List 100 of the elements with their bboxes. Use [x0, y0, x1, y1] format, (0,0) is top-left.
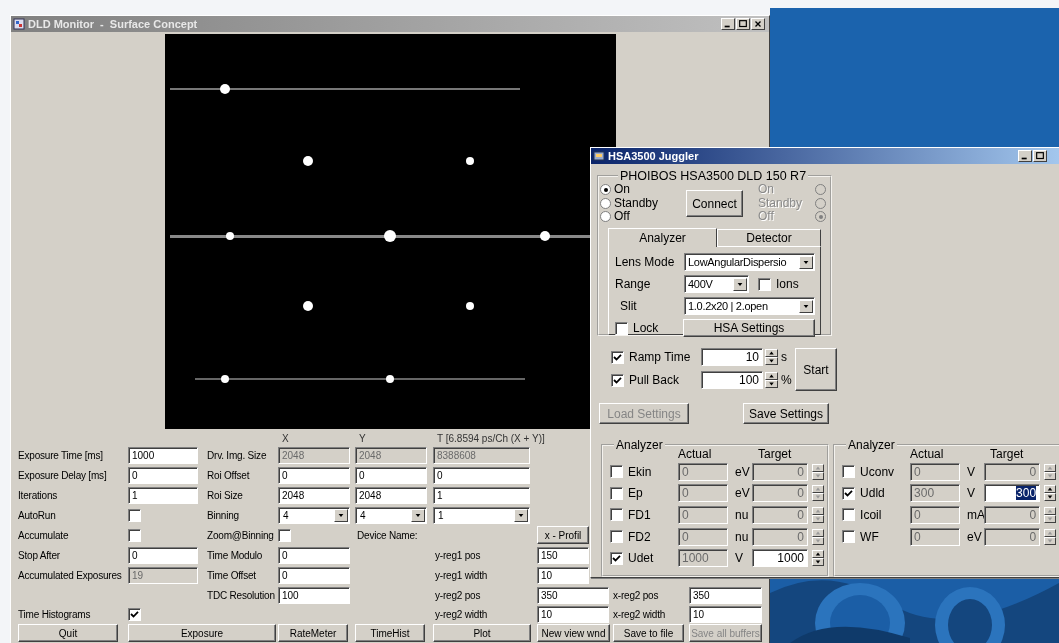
number-field[interactable]: 1000: [752, 549, 808, 568]
text-field[interactable]: 2048: [278, 486, 350, 504]
field-label: Time Histograms: [18, 608, 92, 620]
checkbox[interactable]: [128, 607, 141, 621]
number-field[interactable]: 0: [752, 527, 808, 546]
spin-up-button[interactable]: [812, 463, 824, 472]
checkbox[interactable]: [128, 528, 141, 542]
dropdown[interactable]: 1: [433, 506, 530, 524]
action-button[interactable]: Plot: [433, 624, 531, 642]
number-field[interactable]: 0: [984, 527, 1041, 546]
dropdown[interactable]: 400V: [684, 275, 749, 293]
x-profile-button[interactable]: x - Profil: [537, 526, 589, 544]
action-button[interactable]: Save to file: [613, 624, 684, 642]
readout-field: 0: [678, 506, 728, 524]
text-field[interactable]: 0: [433, 466, 530, 484]
dropdown[interactable]: 4: [278, 506, 350, 524]
spin-down-button[interactable]: [812, 558, 824, 567]
text-field[interactable]: 0: [278, 566, 350, 584]
tab[interactable]: Analyzer: [608, 228, 717, 247]
checkbox[interactable]: [128, 508, 141, 522]
field-label: y-reg2 width: [434, 608, 489, 620]
number-field[interactable]: 0: [752, 484, 808, 503]
text-field[interactable]: 1: [128, 486, 198, 504]
checkbox[interactable]: [610, 465, 623, 479]
checkbox[interactable]: [842, 508, 856, 522]
hsa-settings-button[interactable]: HSA Settings: [683, 319, 815, 337]
column-header: Target: [990, 447, 1024, 461]
field-label: y-reg2 pos: [434, 589, 482, 601]
spin-down-button[interactable]: [1044, 536, 1057, 545]
maximize-icon[interactable]: [1033, 150, 1047, 162]
column-header: Target: [758, 447, 792, 461]
text-field[interactable]: 350: [689, 586, 762, 604]
start-button[interactable]: Start: [795, 348, 837, 391]
number-field[interactable]: 10: [701, 348, 763, 366]
unit-label: mA: [966, 508, 985, 522]
spin-down-button[interactable]: [812, 515, 824, 523]
text-field[interactable]: 150: [537, 546, 589, 564]
minimize-icon[interactable]: [1018, 150, 1032, 162]
checkbox[interactable]: [278, 528, 291, 542]
radio-button[interactable]: [600, 197, 611, 209]
settings-button[interactable]: Save Settings: [743, 403, 829, 424]
action-button[interactable]: Exposure: [128, 624, 276, 642]
number-field[interactable]: 100: [701, 371, 763, 389]
radio-button[interactable]: [600, 211, 611, 223]
checkbox[interactable]: [610, 508, 623, 522]
checkbox[interactable]: [615, 321, 628, 335]
checkbox[interactable]: [842, 465, 856, 479]
checkbox[interactable]: [842, 530, 856, 544]
checkbox[interactable]: [610, 486, 623, 500]
text-field[interactable]: 350: [537, 586, 609, 604]
dropdown[interactable]: 4: [355, 506, 427, 524]
action-button[interactable]: TimeHist: [355, 624, 425, 642]
action-button[interactable]: Quit: [18, 624, 118, 642]
text-field[interactable]: 0: [278, 466, 350, 484]
readout-field: 0: [910, 527, 961, 546]
tab[interactable]: Detector: [717, 229, 821, 246]
action-button[interactable]: RateMeter: [278, 624, 348, 642]
spin-up-button[interactable]: [765, 372, 778, 380]
text-field[interactable]: 1000: [128, 446, 198, 464]
number-field[interactable]: 300: [984, 484, 1041, 503]
spin-up-button[interactable]: [812, 507, 824, 515]
number-field[interactable]: 0: [984, 462, 1041, 481]
spin-down-button[interactable]: [765, 357, 778, 365]
spin-up-button[interactable]: [1044, 463, 1057, 472]
action-button[interactable]: New view wnd: [537, 624, 610, 642]
text-field[interactable]: 10: [537, 566, 589, 584]
spin-down-button[interactable]: [1044, 493, 1057, 502]
text-field[interactable]: 1: [433, 486, 530, 504]
text-field[interactable]: 0: [128, 466, 198, 484]
spin-up-button[interactable]: [1044, 485, 1057, 494]
text-field[interactable]: 2048: [355, 486, 427, 504]
column-header: T [6.8594 ps/Ch (X + Y)]: [436, 432, 545, 445]
checkbox[interactable]: [758, 277, 771, 291]
spin-up-button[interactable]: [1044, 507, 1057, 515]
text-field[interactable]: 0: [128, 546, 198, 564]
spin-up-button[interactable]: [1044, 528, 1057, 537]
spin-up-button[interactable]: [765, 349, 778, 357]
spin-down-button[interactable]: [812, 493, 824, 502]
radio-label: Off: [758, 210, 774, 224]
dropdown[interactable]: 1.0.2x20 | 2.open: [684, 297, 815, 315]
spin-down-button[interactable]: [765, 380, 778, 388]
text-field[interactable]: 100: [278, 586, 350, 604]
checkbox[interactable]: [610, 551, 623, 565]
spin-down-button[interactable]: [1044, 471, 1057, 480]
number-field[interactable]: 0: [752, 462, 808, 481]
spin-up-button[interactable]: [812, 528, 824, 537]
text-field[interactable]: 10: [537, 605, 609, 623]
text-field[interactable]: 0: [355, 466, 427, 484]
checkbox[interactable]: [610, 530, 623, 544]
text-field[interactable]: 0: [278, 546, 350, 564]
checkbox[interactable]: [611, 373, 624, 387]
connect-button[interactable]: Connect: [686, 190, 743, 217]
number-field[interactable]: 0: [984, 506, 1041, 524]
text-field[interactable]: 10: [689, 605, 762, 623]
radio-button[interactable]: [600, 184, 611, 196]
checkbox[interactable]: [842, 486, 856, 500]
dropdown[interactable]: LowAngularDispersio: [684, 253, 815, 271]
checkbox[interactable]: [611, 350, 624, 364]
number-field[interactable]: 0: [752, 506, 808, 524]
spin-down-button[interactable]: [1044, 515, 1057, 523]
